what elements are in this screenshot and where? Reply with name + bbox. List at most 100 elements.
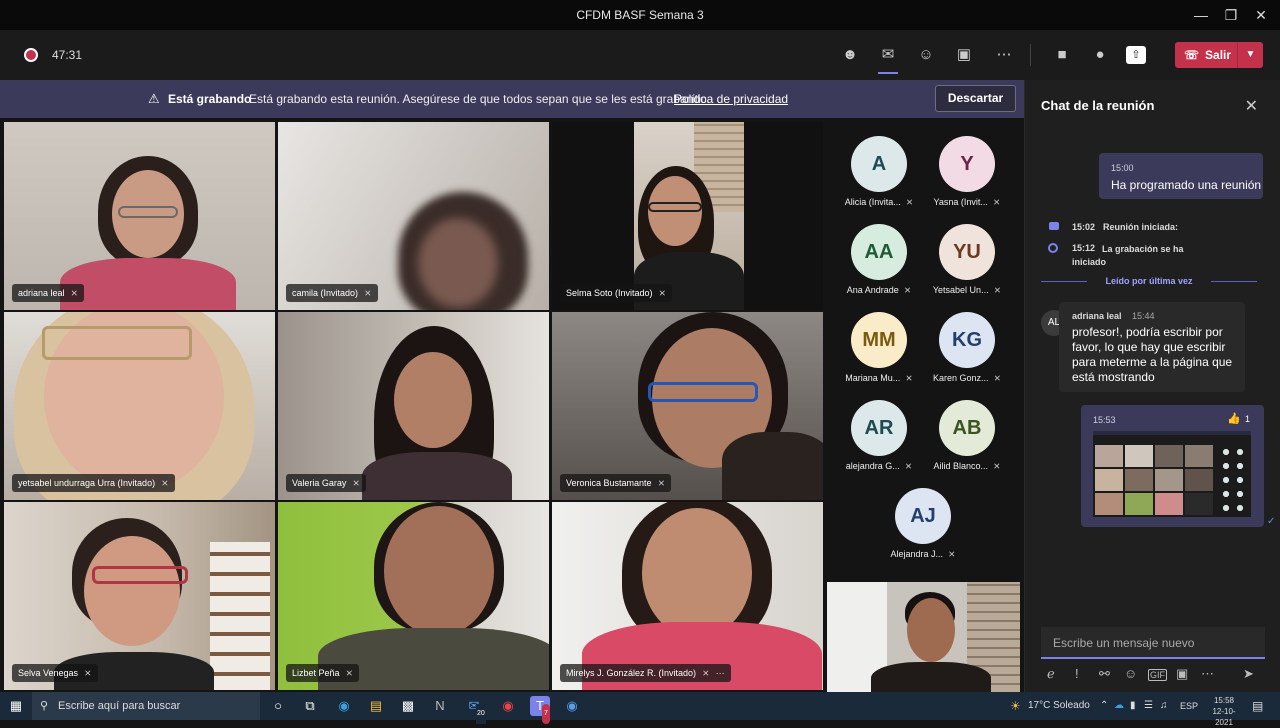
attendee-name-row: Karen Gonz... ⨯ — [922, 373, 1012, 384]
more-options-icon[interactable]: ⋯ — [992, 43, 1016, 67]
cortana-icon[interactable]: ○ — [268, 696, 288, 716]
chevron-down-icon[interactable]: ▼ — [1237, 42, 1263, 68]
attach-icon[interactable]: ⚯ — [1099, 666, 1110, 682]
format-icon[interactable]: ℯ — [1047, 666, 1055, 682]
muted-mic-icon: ⨯ — [345, 668, 354, 678]
close-icon[interactable]: ✕ — [1245, 96, 1258, 116]
chrome-icon[interactable]: ◉ — [498, 696, 518, 716]
participant-body — [871, 662, 991, 692]
self-view[interactable] — [827, 582, 1020, 692]
clock[interactable]: 15:58 12-10-2021 — [1204, 695, 1244, 728]
important-icon[interactable]: ! — [1075, 666, 1079, 681]
read-marker: Leído por última vez — [1041, 276, 1257, 286]
network-icon[interactable]: ☰ — [1144, 692, 1153, 720]
minimize-icon[interactable]: — — [1186, 4, 1216, 26]
video-tile[interactable]: Valeria Garay ⨯ — [278, 312, 549, 500]
attendee[interactable]: AA Ana Andrade ⨯ — [834, 224, 924, 304]
thumb-tile — [1125, 445, 1153, 467]
muted-mic-icon: ⨯ — [352, 478, 360, 488]
attendee[interactable]: AJ Alejandra J... ⨯ — [878, 488, 968, 568]
windows-start-icon[interactable]: ▦ — [6, 696, 26, 716]
attendee[interactable]: Y Yasna (Invit... ⨯ — [922, 136, 1012, 216]
leave-button[interactable]: ☏ Salir ▼ — [1175, 42, 1263, 68]
thumb-avatars — [1219, 445, 1247, 515]
window-title: CFDM BASF Semana 3 — [576, 8, 704, 22]
video-tile[interactable]: Selma Soto (Invitado) ⨯ — [552, 122, 823, 310]
like-reaction-icon[interactable]: 👍 — [1227, 412, 1241, 425]
muted-mic-icon: ⨯ — [364, 288, 372, 298]
video-tile[interactable]: camila (Invitado) ⨯ — [278, 122, 549, 310]
glasses — [92, 566, 188, 584]
video-tile[interactable]: adriana leal ⨯ — [4, 122, 275, 310]
dismiss-button[interactable]: Descartar — [935, 85, 1016, 112]
screenshot-thumbnail[interactable] — [1093, 431, 1251, 517]
more-options-icon[interactable]: ⋯ — [716, 668, 725, 678]
store-icon[interactable]: ▩ — [398, 696, 418, 716]
thumb-tile — [1095, 445, 1123, 467]
attendee[interactable]: AB Ailid Blanco... ⨯ — [922, 400, 1012, 480]
gif-icon[interactable]: GIF — [1148, 669, 1167, 681]
attendee[interactable]: AR alejandra G... ⨯ — [834, 400, 924, 480]
thumb-tile — [1155, 469, 1183, 491]
restore-icon[interactable]: ❐ — [1216, 4, 1246, 26]
share-screen-icon[interactable]: ⇧ — [1126, 46, 1146, 64]
camera-icon[interactable]: ■ — [1050, 43, 1074, 67]
reactions-icon[interactable]: ☺ — [914, 43, 938, 67]
muted-mic-icon: ⨯ — [70, 288, 79, 298]
thumb-tile — [1095, 493, 1123, 515]
glasses — [118, 206, 178, 218]
chat-icon[interactable]: ✉ — [876, 43, 900, 74]
attendee[interactable]: MM Mariana Mu... ⨯ — [834, 312, 924, 392]
mail-icon[interactable]: ✉ 20 — [464, 696, 486, 724]
participant-body — [60, 258, 236, 310]
video-tile[interactable]: Lizbet Peña ⨯ — [278, 502, 549, 690]
participants-icon[interactable]: ☻ — [838, 43, 862, 67]
participant-body — [722, 432, 823, 500]
attendee[interactable]: YU Yetsabel Un... ⨯ — [922, 224, 1012, 304]
glasses — [648, 202, 702, 212]
privacy-policy-link[interactable]: Política de privacidad — [674, 92, 788, 106]
attendee-avatar: AA — [851, 224, 907, 280]
video-tile[interactable]: Mirelys J. González R. (Invitado) ⨯ ⋯ — [552, 502, 823, 690]
attendee[interactable]: A Alicia (Invita... ⨯ — [834, 136, 924, 216]
task-view-icon[interactable]: ⧉ — [300, 696, 320, 716]
sticker-icon[interactable]: ▣ — [1176, 666, 1188, 682]
microphone-icon[interactable]: ● — [1088, 43, 1112, 67]
battery-icon[interactable]: ▮ — [1130, 692, 1136, 720]
teams-icon[interactable]: T7 — [530, 696, 550, 724]
muted-mic-icon: ⨯ — [657, 478, 666, 488]
chrome-profile-icon[interactable]: ◉ — [562, 696, 582, 716]
video-tile[interactable]: yetsabel undurraga Urra (Invitado) ⨯ — [4, 312, 275, 500]
chat-message[interactable]: adriana leal 15:44 profesor!, podría esc… — [1059, 302, 1245, 392]
reaction-count: 1 — [1245, 414, 1251, 424]
attendee-avatar: MM — [851, 312, 907, 368]
onedrive-icon[interactable]: ☁ — [1114, 692, 1124, 720]
video-event-icon — [1049, 222, 1059, 230]
volume-icon[interactable]: ♫ — [1160, 692, 1168, 720]
attendee[interactable]: KG Karen Gonz... ⨯ — [922, 312, 1012, 392]
thumb-tile — [1185, 493, 1213, 515]
taskbar-search[interactable]: ⚲ Escribe aquí para buscar — [32, 692, 260, 720]
weather-text[interactable]: 17°C Soleado — [1028, 692, 1090, 720]
notion-icon[interactable]: N — [430, 696, 450, 716]
attendee-name: Alejandra J... — [890, 549, 943, 559]
rooms-icon[interactable]: ▣ — [952, 43, 976, 67]
attendee-name-row: Ana Andrade ⨯ — [834, 285, 924, 296]
emoji-icon[interactable]: ☺ — [1124, 666, 1137, 681]
attendee-name: Alicia (Invita... — [844, 197, 901, 207]
participant-face — [418, 218, 498, 308]
close-window-icon[interactable]: ✕ — [1246, 4, 1276, 26]
edge-icon[interactable]: ◉ — [334, 696, 354, 716]
chat-title: Chat de la reunión — [1041, 98, 1155, 113]
notifications-icon[interactable]: ▤ — [1252, 692, 1263, 720]
video-tile[interactable]: Veronica Bustamante ⨯ — [552, 312, 823, 500]
compose-box[interactable]: Escribe un mensaje nuevo — [1041, 627, 1265, 659]
language-indicator[interactable]: ESP — [1180, 692, 1198, 720]
video-tile[interactable]: Selva Venegas ⨯ — [4, 502, 275, 690]
more-options-icon[interactable]: ⋯ — [1201, 666, 1214, 682]
file-explorer-icon[interactable]: ▤ — [366, 696, 386, 716]
image-message[interactable]: 15:53 👍 1 — [1081, 405, 1264, 527]
show-hidden-icons[interactable]: ⌃ — [1100, 692, 1108, 720]
participant-name: Selva Venegas — [18, 668, 79, 678]
send-icon[interactable]: ➤ — [1243, 666, 1254, 682]
